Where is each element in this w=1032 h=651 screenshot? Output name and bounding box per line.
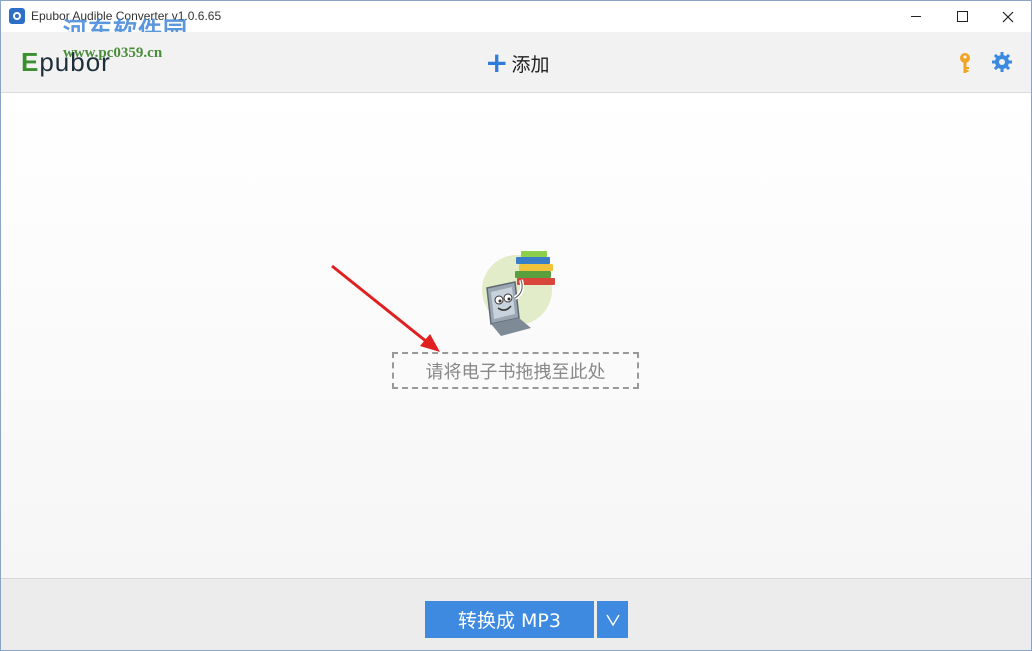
maximize-button[interactable] bbox=[939, 1, 985, 32]
app-window: Epubor Audible Converter v1.0.6.65 河东软件园… bbox=[0, 0, 1032, 651]
format-dropdown-button[interactable] bbox=[597, 601, 628, 638]
minimize-button[interactable] bbox=[893, 1, 939, 32]
title-bar[interactable]: Epubor Audible Converter v1.0.6.65 河东软件园 bbox=[1, 1, 1031, 45]
maximize-icon bbox=[956, 11, 968, 22]
add-button[interactable]: + 添加 bbox=[485, 49, 549, 77]
close-icon bbox=[1002, 11, 1014, 22]
footer-bar: 转换成 MP3 bbox=[1, 578, 1031, 650]
toolbar: Epubor www.pc0359.cn + 添加 bbox=[1, 32, 1031, 93]
books-laptop-illustration bbox=[482, 251, 555, 336]
plus-icon: + bbox=[485, 46, 509, 79]
app-icon bbox=[9, 8, 25, 24]
key-icon[interactable] bbox=[957, 52, 973, 74]
watermark-url: www.pc0359.cn bbox=[63, 45, 163, 61]
gear-icon[interactable] bbox=[991, 51, 1013, 73]
logo-letter-e: E bbox=[21, 47, 40, 77]
add-label: 添加 bbox=[511, 53, 550, 76]
minimize-icon bbox=[911, 16, 921, 17]
chevron-down-icon bbox=[605, 614, 620, 626]
convert-mp3-button[interactable]: 转换成 MP3 bbox=[425, 601, 594, 638]
drop-area[interactable]: 请将电子书拖拽至此处 bbox=[1, 93, 1031, 578]
close-button[interactable] bbox=[985, 1, 1031, 32]
red-arrow-annotation bbox=[331, 264, 440, 352]
